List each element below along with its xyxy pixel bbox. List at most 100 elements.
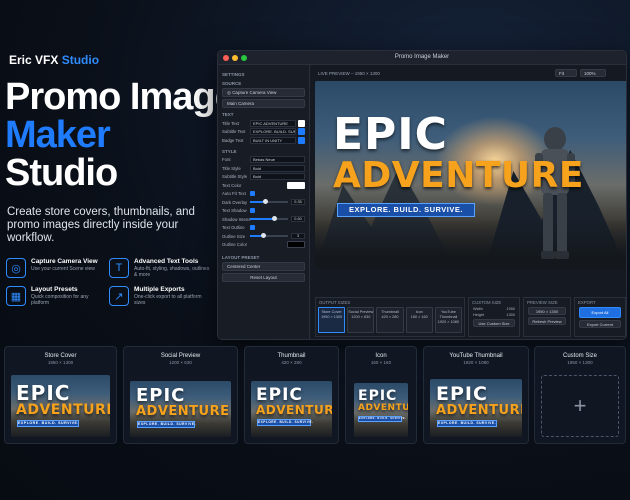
feature-list: ◎ Capture Camera View Use your current Sce… [6, 258, 216, 306]
feature-desc: Auto-fit, styling, shadows, outlines & m… [134, 266, 210, 278]
export-heading: EXPORT [578, 300, 596, 305]
outline-size-slider[interactable] [250, 233, 288, 239]
layout-preset-select[interactable]: Centered Center [222, 262, 305, 271]
thumb-title-1: EPIC [136, 385, 186, 406]
card-thumbnail: EPIC ADVENTURE EXPLORE. BUILD. SURVIVE. [130, 381, 231, 437]
badge-text-label: Badge Text [222, 137, 244, 143]
reset-layout-button[interactable]: Reset Layout [222, 273, 305, 282]
camera-select[interactable]: Main Camera [222, 99, 305, 108]
camera-icon: ◎ [6, 258, 26, 278]
height-input[interactable]: 1300 [507, 313, 515, 317]
width-input[interactable]: 1950 [507, 307, 515, 311]
feature-title: Capture Camera View [31, 258, 98, 265]
export-icon: ↗ [109, 286, 129, 306]
thumb-title-1: EPIC [436, 383, 488, 405]
export-current-button[interactable]: Export Current [579, 320, 621, 328]
thumb-title-2: ADVENTURE [136, 404, 230, 419]
zoom-fit-select[interactable]: Fit [555, 69, 577, 77]
text-outline-checkbox[interactable] [250, 225, 255, 231]
preview-size-select[interactable]: 1950 × 1300 [528, 307, 566, 315]
live-preview-image: EPIC ADVENTURE EXPLORE. BUILD. SURVIVE. [315, 81, 626, 269]
size-chip-youtube[interactable]: YouTube Thumbnail 1920 × 1080 [434, 307, 463, 333]
subtitle-style-select[interactable]: Bold [250, 173, 305, 181]
width-row: Width 1950 [473, 307, 515, 311]
title-text-input[interactable]: EPIC ADVENTURE [250, 119, 296, 127]
settings-heading: SETTINGS [222, 72, 245, 77]
text-color-label: Text Color [222, 182, 242, 188]
dark-overlay-row: Dark Overlay 0.35 [222, 198, 305, 207]
custom-size-panel: CUSTOM SIZE Width 1950 Height 1300 Use Cus… [468, 297, 520, 337]
feature-desc: One-click export to all platform sizes [134, 294, 202, 306]
badge-color-swatch[interactable] [298, 136, 305, 144]
card-size: 420 × 280 [281, 360, 302, 365]
chip-size: 1950 × 1300 [320, 315, 343, 319]
export-all-button[interactable]: Export All [579, 307, 621, 318]
refresh-preview-button[interactable]: Refresh Preview [528, 317, 566, 325]
preset-card-store-cover[interactable]: Store Cover 1950 × 1300 EPIC ADVENTURE E… [4, 346, 117, 444]
title-style-select[interactable]: Bold [250, 164, 305, 172]
feature-item: ▦ Layout Presets Quick composition for any… [6, 286, 101, 306]
outline-size-value[interactable]: 3 [291, 233, 305, 240]
chip-title: YouTube Thumbnail [439, 310, 458, 319]
font-label: Font [222, 157, 231, 163]
preset-card-youtube[interactable]: YouTube Thumbnail 1920 × 1080 EPIC ADVEN… [423, 346, 529, 444]
outline-color-swatch[interactable] [287, 241, 305, 249]
feature-item: T Advanced Text Tools Auto-fit, styling, s… [109, 258, 214, 278]
font-select[interactable]: Bebas Neue [250, 156, 305, 164]
dark-overlay-slider[interactable] [250, 199, 288, 205]
title-style-label: Title Style [222, 165, 241, 171]
thumb-title-2: ADVENTURE [436, 403, 522, 418]
preview-size-heading: PREVIEW SIZE [527, 300, 558, 305]
text-color-swatch[interactable] [287, 181, 305, 189]
shadow-intensity-slider[interactable] [250, 216, 288, 222]
subtitle-text-row: Subtitle Text EXPLORE. BUILD. SURVIVE. [222, 128, 305, 137]
size-chip-social-preview[interactable]: Social Preview 1200 × 630 [347, 307, 375, 333]
hero-line-1: Promo Image [5, 76, 236, 118]
size-chip-store-cover[interactable]: Store Cover 1950 × 1300 [318, 307, 346, 333]
capture-camera-button[interactable]: ◎ Capture Camera View [222, 88, 305, 97]
preview-size-panel: PREVIEW SIZE 1950 × 1300 Refresh Preview [523, 297, 571, 337]
output-sizes-heading: OUTPUT SIZES [319, 300, 351, 305]
outline-color-row: Outline Color [222, 241, 305, 250]
feature-title: Layout Presets [31, 286, 78, 293]
feature-desc: Quick composition for any platform [31, 294, 89, 306]
promo-canvas: Eric VFX Studio Promo Image Maker Studio… [0, 0, 630, 500]
add-custom-size-button[interactable]: + [541, 375, 619, 437]
thumb-title-1: EPIC [358, 388, 398, 404]
preset-card-icon[interactable]: Icon 160 × 160 EPIC ADVENTURE EXPLORE. B… [345, 346, 417, 444]
subtitle-color-swatch[interactable] [298, 128, 305, 136]
size-chip-icon[interactable]: Icon 160 × 160 [405, 307, 433, 333]
zoom-percent-select[interactable]: 100% [580, 69, 606, 77]
preview-title-line-2: ADVENTURE [333, 155, 584, 196]
subtitle-text-input[interactable]: EXPLORE. BUILD. SURVIVE. [250, 128, 296, 136]
chip-size: 160 × 160 [410, 315, 428, 319]
thumb-banner: EXPLORE. BUILD. SURVIVE. [257, 419, 314, 426]
subtitle-text-label: Subtitle Text [222, 129, 246, 135]
shadow-intensity-value[interactable]: 0.60 [291, 216, 305, 223]
autofit-checkbox[interactable] [250, 191, 255, 197]
card-title: YouTube Thumbnail [449, 353, 503, 359]
subtitle-style-label: Subtitle Style [222, 174, 248, 180]
feature-desc: Use your current Scene view [31, 266, 95, 272]
brand-name: Eric VFX [9, 53, 59, 67]
text-shadow-checkbox[interactable] [250, 208, 255, 214]
size-chip-thumbnail[interactable]: Thumbnail 420 × 280 [376, 307, 404, 333]
preset-card-social-preview[interactable]: Social Preview 1200 × 630 EPIC ADVENTURE… [123, 346, 238, 444]
feature-item: ↗ Multiple Exports One-click export to all… [109, 286, 214, 306]
title-color-swatch[interactable] [298, 119, 305, 127]
card-size: 1950 × 1300 [567, 360, 593, 365]
thumb-banner: EXPLORE. BUILD. SURVIVE. [17, 420, 79, 427]
preset-card-thumbnail[interactable]: Thumbnail 420 × 280 EPIC ADVENTURE EXPLO… [244, 346, 339, 444]
hero-line-2: Maker [5, 114, 111, 156]
card-title: Store Cover [44, 353, 77, 359]
use-custom-size-button[interactable]: Use Custom Size [473, 319, 515, 327]
preview-title-line-1: EPIC [333, 109, 448, 160]
dark-overlay-value[interactable]: 0.35 [291, 199, 305, 206]
chip-size: 1920 × 1080 [437, 320, 460, 324]
badge-text-row: Badge Text BUILT IN UNITY [222, 136, 305, 145]
dark-overlay-label: Dark Overlay [222, 199, 248, 205]
badge-text-input[interactable]: BUILT IN UNITY [250, 136, 296, 144]
hero-description: Create store covers, thumbnails, and pro… [7, 206, 195, 244]
preset-card-custom-size[interactable]: Custom Size 1950 × 1300 + [534, 346, 626, 444]
feature-item: ◎ Capture Camera View Use your current Sce… [6, 258, 101, 278]
